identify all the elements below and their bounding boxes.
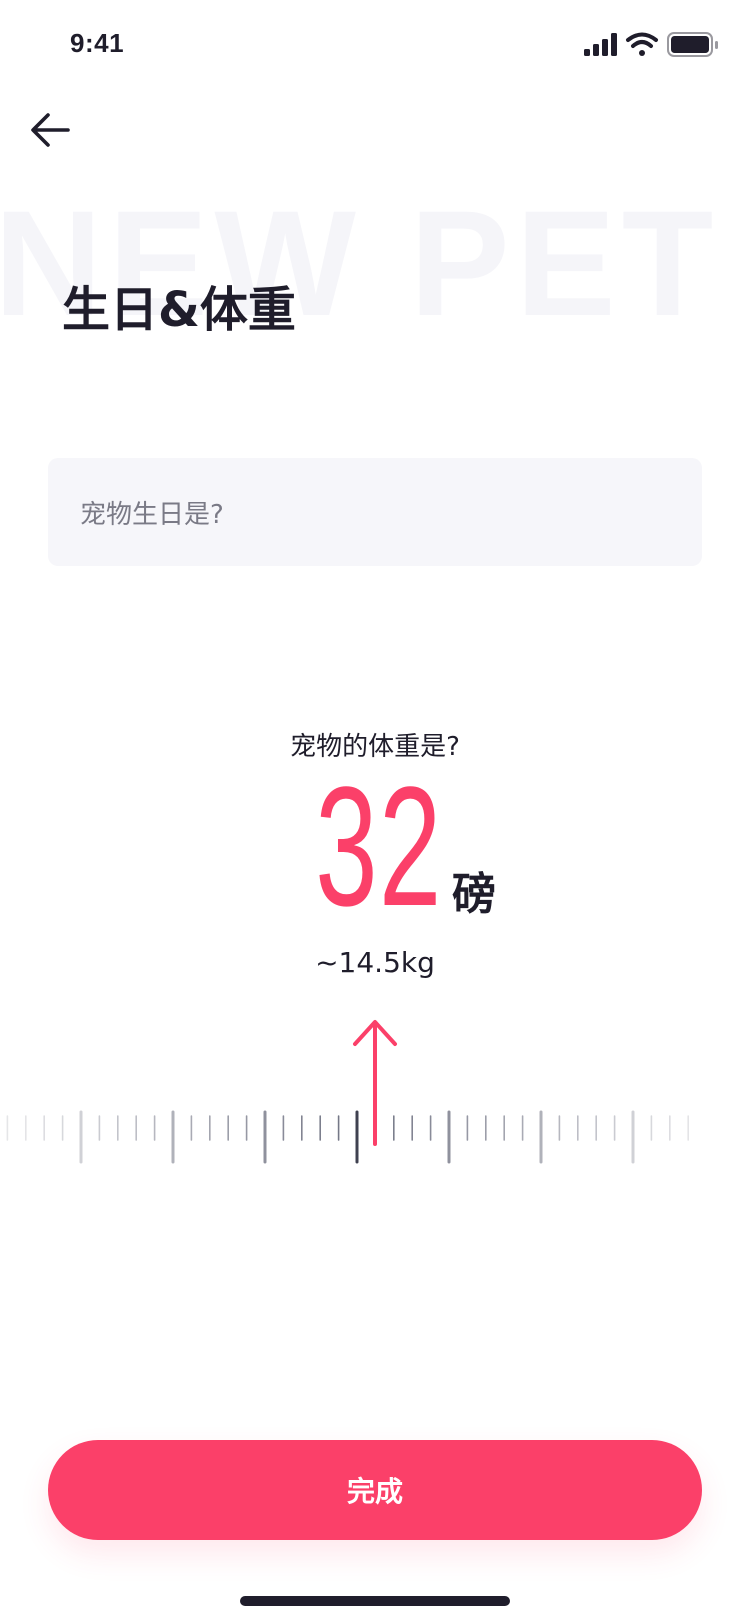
- arrow-left-icon: [31, 113, 70, 147]
- birthday-field[interactable]: 宠物生日是?: [48, 458, 702, 566]
- done-button[interactable]: 完成: [48, 1440, 702, 1540]
- birthday-placeholder: 宠物生日是?: [80, 499, 224, 530]
- home-indicator: [240, 1596, 510, 1606]
- weight-number: 32: [315, 752, 443, 942]
- status-bar: 9:41: [0, 0, 750, 90]
- wifi-icon: [626, 32, 658, 56]
- weight-converted: ~14.5kg: [315, 946, 435, 979]
- done-button-label: 完成: [346, 1475, 403, 1508]
- weight-unit: 磅: [452, 869, 496, 920]
- back-button[interactable]: [24, 104, 76, 156]
- battery-icon: [667, 32, 718, 57]
- page-title: 生日&体重: [62, 282, 296, 338]
- weight-value: 32 磅: [0, 752, 750, 942]
- cellular-signal-icon: [584, 33, 617, 56]
- status-icons: [584, 32, 718, 57]
- ruler-ticks: [6, 1110, 690, 1164]
- arrow-up-icon: [353, 1020, 397, 1146]
- weight-ruler[interactable]: [0, 1000, 750, 1180]
- status-time: 9:41: [70, 28, 125, 58]
